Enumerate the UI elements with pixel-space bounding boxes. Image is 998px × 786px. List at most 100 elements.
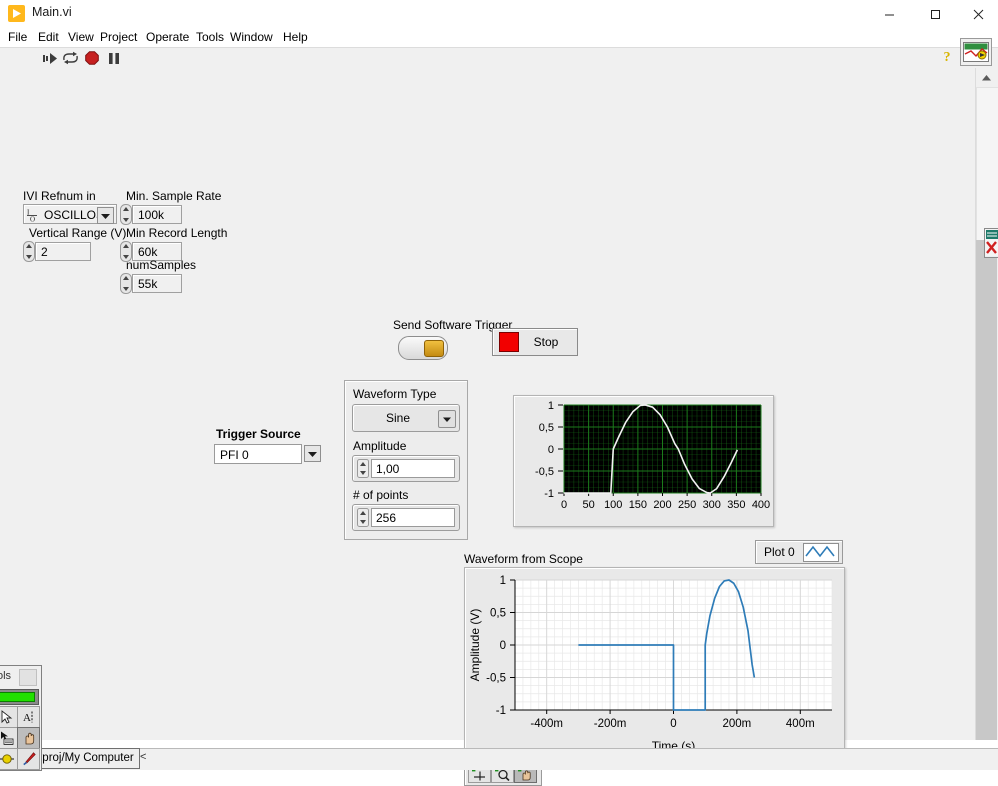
chevron-down-icon[interactable] xyxy=(438,410,456,428)
svg-text:0,5: 0,5 xyxy=(490,608,506,620)
increment-decrement-icon[interactable] xyxy=(357,508,369,530)
vertical-scrollbar-track[interactable] xyxy=(976,240,997,740)
switch-knob xyxy=(424,340,444,357)
svg-text:400: 400 xyxy=(752,499,770,511)
num-samples-label: numSamples xyxy=(126,258,197,272)
num-samples-control[interactable]: 55k xyxy=(120,273,182,294)
maximize-button[interactable] xyxy=(912,0,958,28)
abort-execution-icon[interactable] xyxy=(82,50,102,66)
sine-preview-graph[interactable]: 0 50 100 150 200 250 300 350 400 -1 -0,5 0 0,5 1 xyxy=(513,395,774,527)
context-help-icon[interactable] xyxy=(960,38,992,66)
send-software-trigger-switch[interactable] xyxy=(398,336,448,360)
vertical-scrollbar-thumb[interactable] xyxy=(976,87,998,241)
svg-text:200m: 200m xyxy=(723,718,752,730)
svg-text:200: 200 xyxy=(653,499,671,511)
vertical-range-control[interactable]: 2 xyxy=(23,241,91,262)
vi-toolbar: ? xyxy=(0,47,998,69)
plot-legend[interactable]: Plot 0 xyxy=(755,540,843,564)
increment-decrement-icon[interactable] xyxy=(120,273,132,294)
tools-palette-title-bar: ols xyxy=(0,666,39,688)
project-target-tab[interactable]: lvproj/My Computer xyxy=(28,748,140,769)
pause-icon[interactable] xyxy=(104,50,124,66)
sine-preview-plot: 0 50 100 150 200 250 300 350 400 -1 -0,5 0 0,5 1 xyxy=(535,400,770,511)
close-icon[interactable] xyxy=(19,669,37,686)
chevron-down-icon[interactable] xyxy=(97,207,114,224)
svg-text:0: 0 xyxy=(670,718,676,730)
menu-project[interactable]: Project xyxy=(94,28,143,47)
svg-text:1: 1 xyxy=(548,400,554,412)
num-samples-value[interactable]: 55k xyxy=(132,274,182,293)
svg-text:Amplitude (V): Amplitude (V) xyxy=(468,609,482,682)
increment-decrement-icon[interactable] xyxy=(23,241,35,262)
min-record-length-label: Min Record Length xyxy=(126,226,228,240)
amplitude-value[interactable]: 1,00 xyxy=(371,459,455,478)
menu-file[interactable]: File xyxy=(2,28,33,47)
increment-decrement-icon[interactable] xyxy=(120,204,132,225)
menu-help[interactable]: Help xyxy=(277,28,314,47)
clipped-edge-icon xyxy=(984,228,998,258)
operate-value-icon[interactable] xyxy=(0,706,18,728)
vertical-range-value[interactable]: 2 xyxy=(35,242,91,261)
waveform-from-scope-graph[interactable]: -400m -200m 0 200m 400m -1 -0,5 0 0,5 1 Time (s) Am… xyxy=(464,567,845,757)
points-label: # of points xyxy=(353,488,409,502)
amplitude-control[interactable]: 1,00 xyxy=(352,455,460,482)
waveform-type-ring[interactable]: Sine xyxy=(352,404,460,432)
scroll-window-hand-icon[interactable] xyxy=(17,727,40,749)
svg-text:100: 100 xyxy=(604,499,622,511)
svg-text:350: 350 xyxy=(727,499,745,511)
svg-text:250: 250 xyxy=(678,499,696,511)
min-sample-rate-label: Min. Sample Rate xyxy=(126,189,222,203)
plot-legend-name: Plot 0 xyxy=(764,545,795,559)
scope-plot: -400m -200m 0 200m 400m-1-0,500,51Time (s)Am… xyxy=(468,575,833,753)
svg-text:A: A xyxy=(23,712,31,724)
svg-text:300: 300 xyxy=(703,499,721,511)
trigger-source-control[interactable]: PFI 0 xyxy=(214,444,321,464)
svg-text:-1: -1 xyxy=(496,705,506,717)
points-control[interactable]: 256 xyxy=(352,504,460,531)
automatic-tool-selection-indicator[interactable] xyxy=(0,689,39,705)
svg-text:0: 0 xyxy=(500,640,506,652)
svg-text:0: 0 xyxy=(561,499,567,511)
svg-text:-1: -1 xyxy=(544,488,554,500)
run-continuously-icon[interactable] xyxy=(60,50,80,66)
svg-text:-200m: -200m xyxy=(594,718,627,730)
trigger-source-value[interactable]: PFI 0 xyxy=(214,444,302,464)
svg-text:0,5: 0,5 xyxy=(539,422,554,434)
increment-decrement-icon[interactable] xyxy=(357,459,369,481)
stop-button-label: Stop xyxy=(533,335,559,349)
points-value[interactable]: 256 xyxy=(371,508,455,527)
minimize-button[interactable] xyxy=(866,0,912,28)
scroll-up-arrow-icon[interactable] xyxy=(976,69,997,87)
close-button[interactable] xyxy=(958,0,998,28)
menu-bar: File Edit View Project Operate Tools Win… xyxy=(0,28,998,47)
status-bar xyxy=(0,748,998,770)
vertical-range-label: Vertical Range (V) xyxy=(29,226,127,240)
min-sample-rate-control[interactable]: 100k xyxy=(120,204,182,225)
edit-text-icon[interactable]: A xyxy=(17,706,40,728)
ivi-refnum-label: IVI Refnum in xyxy=(23,189,96,203)
stop-button[interactable]: Stop xyxy=(492,328,578,356)
min-sample-rate-value[interactable]: 100k xyxy=(132,205,182,224)
menu-window[interactable]: Window xyxy=(224,28,279,47)
svg-text:150: 150 xyxy=(629,499,647,511)
run-arrow-icon[interactable] xyxy=(40,50,60,66)
waveform-settings-cluster: Waveform Type Sine Amplitude 1,00 # of p… xyxy=(344,380,468,540)
scroll-left-arrow[interactable]: < xyxy=(140,748,146,767)
chevron-down-icon[interactable] xyxy=(304,445,321,462)
svg-text:-0,5: -0,5 xyxy=(535,466,554,478)
window-title: Main.vi xyxy=(32,5,72,19)
menu-operate[interactable]: Operate xyxy=(140,28,195,47)
scope-graph-label: Waveform from Scope xyxy=(464,552,583,566)
probe-data-icon[interactable] xyxy=(17,748,40,770)
tools-palette-title: ols xyxy=(0,670,12,682)
ivi-refnum-control[interactable]: I O OSCILLOSC xyxy=(23,204,117,224)
svg-text:-0,5: -0,5 xyxy=(486,673,506,685)
position-size-select-icon[interactable] xyxy=(0,727,18,749)
waveform-type-label: Waveform Type xyxy=(353,387,437,401)
help-question-icon[interactable]: ? xyxy=(938,49,956,67)
set-clear-breakpoint-icon[interactable] xyxy=(0,748,18,770)
menu-edit[interactable]: Edit xyxy=(32,28,65,47)
svg-text:0: 0 xyxy=(548,444,554,456)
svg-text:-400m: -400m xyxy=(530,718,563,730)
line-plot-icon[interactable] xyxy=(803,543,839,562)
